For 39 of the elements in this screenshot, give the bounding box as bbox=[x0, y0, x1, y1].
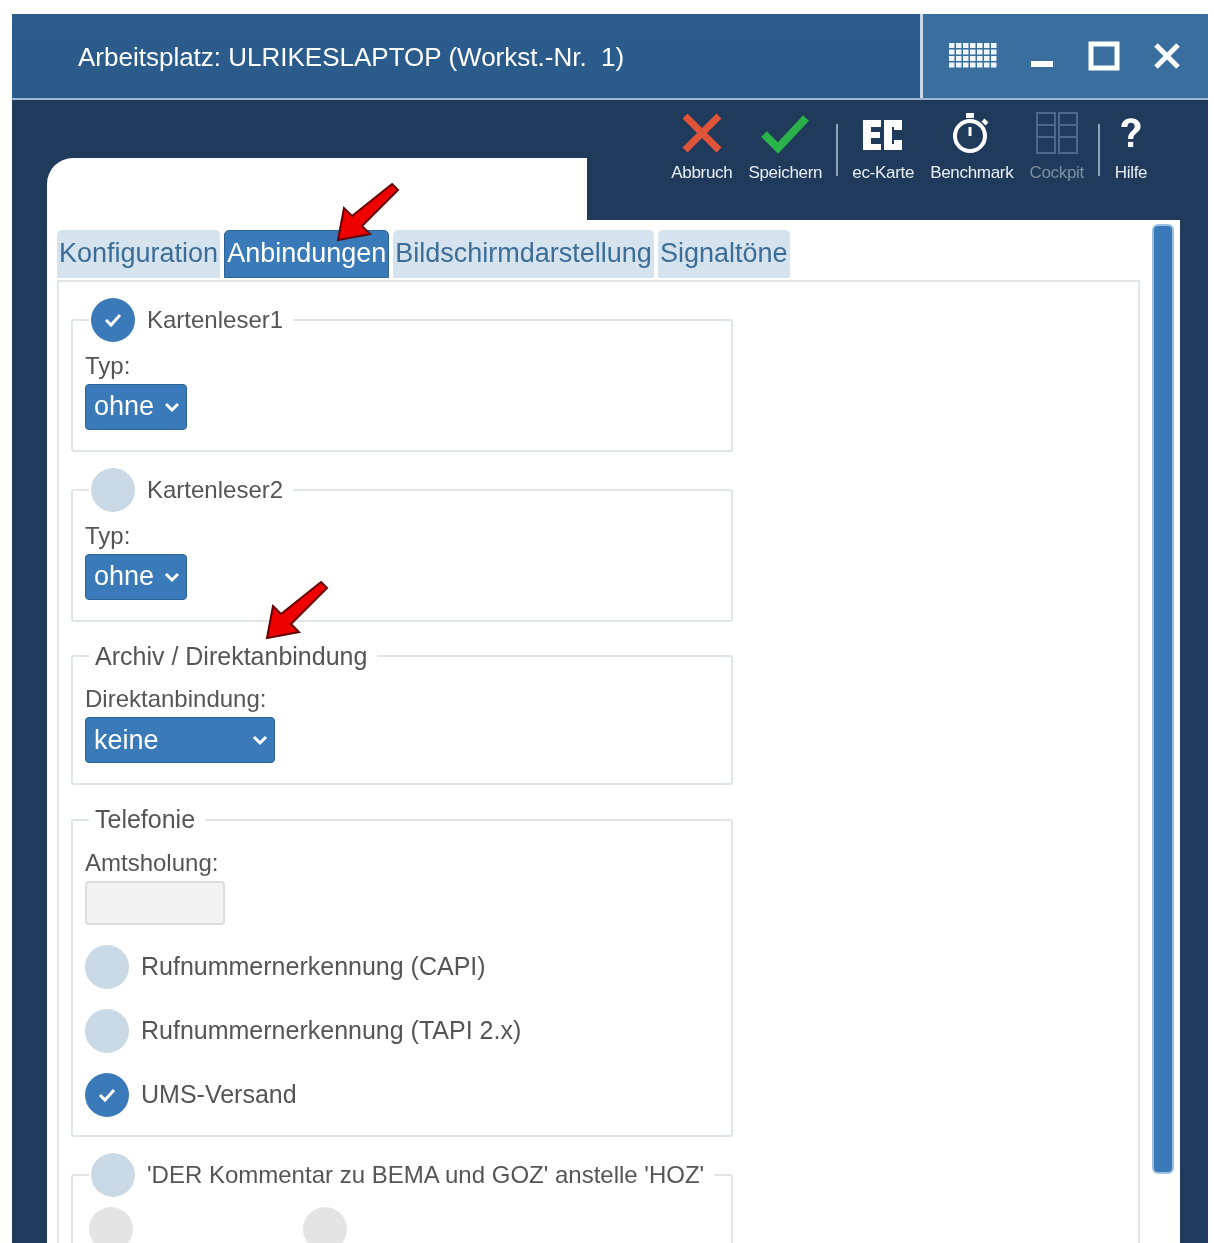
dropdown[interactable]: ohne bbox=[85, 553, 188, 600]
option-label: UMS-Versand bbox=[141, 1078, 297, 1110]
radio-button[interactable] bbox=[91, 467, 135, 512]
radio-button[interactable] bbox=[85, 1008, 129, 1053]
field-label: Direktanbindung: bbox=[85, 684, 268, 714]
field-label: Typ: bbox=[85, 520, 132, 551]
group-title: Telefonie bbox=[95, 804, 196, 835]
option-label: Rufnummernerkennung (CAPI) bbox=[141, 950, 486, 982]
window-title: Arbeitsplatz: ULRIKESLAPTOP (Workst.-Nr. 1) bbox=[77, 41, 626, 74]
chevron-icon bbox=[164, 400, 181, 413]
option-label: Rufnummernerkennung (TAPI 2.x) bbox=[141, 1014, 522, 1046]
field-label: Amtsholung: bbox=[85, 847, 220, 878]
radio-button[interactable] bbox=[85, 944, 129, 989]
field-label: Typ: bbox=[85, 350, 132, 381]
scrollbar[interactable] bbox=[1152, 224, 1174, 1174]
tab[interactable]: Anbindungen bbox=[224, 230, 390, 278]
toolbar-button[interactable]: Abbruch bbox=[663, 110, 741, 186]
toolbar-button[interactable]: Hilfe bbox=[1106, 110, 1156, 186]
text-input[interactable] bbox=[85, 880, 225, 925]
tab[interactable]: Bildschirmdarstellung bbox=[393, 230, 654, 278]
dropdown[interactable]: keine bbox=[85, 717, 275, 763]
tab[interactable]: Signaltöne bbox=[657, 230, 790, 278]
checked-radio[interactable] bbox=[91, 297, 135, 342]
tab[interactable]: Konfiguration bbox=[57, 230, 221, 278]
grid-icon bbox=[1033, 110, 1080, 156]
group-title: Kartenleser2 bbox=[147, 474, 284, 505]
group-title: 'DER Kommentar zu BEMA und GOZ' anstelle 'HOZ' bbox=[147, 1159, 705, 1190]
dropdown[interactable]: ohne bbox=[85, 383, 188, 430]
toolbar-button[interactable]: Speichern bbox=[740, 110, 831, 186]
radio-button[interactable] bbox=[91, 1152, 135, 1197]
toolbar-button[interactable]: ec-Karte bbox=[844, 110, 923, 186]
checkmark-icon bbox=[103, 311, 123, 328]
checked-radio[interactable] bbox=[85, 1072, 129, 1117]
toolbar-button[interactable]: Benchmark bbox=[922, 110, 1022, 186]
group-title: Archiv / Direktanbindung bbox=[95, 640, 368, 672]
chevron-icon bbox=[252, 734, 268, 746]
chevron-icon bbox=[164, 570, 181, 583]
group-title: Kartenleser1 bbox=[147, 304, 284, 335]
checkmark-icon bbox=[97, 1086, 117, 1103]
